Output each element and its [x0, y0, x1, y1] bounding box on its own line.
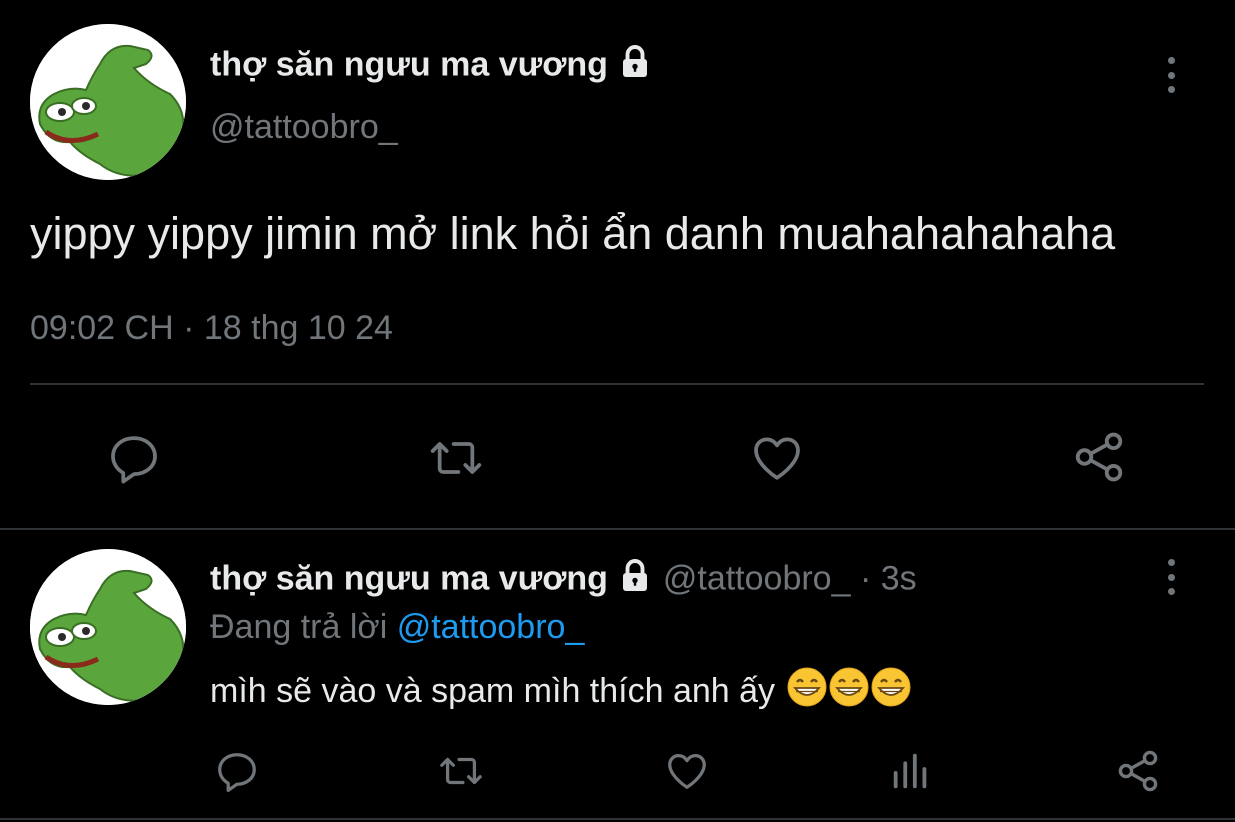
replying-to-mention[interactable]: @tattoobro_ [397, 608, 585, 646]
analytics-icon[interactable] [888, 748, 934, 794]
divider [30, 383, 1204, 385]
replying-to: Đang trả lời @tattoobro_ [210, 607, 584, 647]
reply-text-content: mìh sẽ vào và spam mìh thích anh ấy [210, 671, 776, 710]
display-name[interactable]: thợ săn ngưu ma vương [210, 559, 608, 597]
lock-icon [617, 558, 653, 603]
more-options-icon[interactable] [1167, 559, 1175, 595]
share-icon[interactable] [1070, 428, 1128, 486]
like-icon[interactable] [663, 748, 711, 794]
like-icon[interactable] [748, 430, 806, 486]
handle[interactable]: @tattoobro_ [663, 559, 851, 597]
main-tweet: thợ săn ngưu ma vương @tattoobro_ yippy … [0, 0, 1235, 530]
retweet-icon[interactable] [426, 430, 486, 486]
frog-avatar-image [30, 549, 186, 705]
reply-text: mìh sẽ vào và spam mìh thích anh ấy [210, 667, 911, 719]
grinning-face-emoji-2 [829, 667, 869, 719]
time[interactable]: 09:02 CH [30, 309, 174, 347]
tweet-text: yippy yippy jimin mở link hỏi ẩn danh mu… [30, 208, 1116, 259]
lock-icon [617, 44, 653, 89]
reply-tweet[interactable]: thợ săn ngưu ma vương @tattoobro_ · 3s Đ… [0, 530, 1235, 822]
bottom-divider [0, 818, 1235, 820]
handle[interactable]: @tattoobro_ [210, 107, 398, 147]
reply-icon[interactable] [106, 430, 162, 486]
reply-header: thợ săn ngưu ma vương @tattoobro_ · 3s [210, 558, 917, 603]
date[interactable]: 18 thg 10 24 [204, 309, 393, 347]
timestamp: 09:02 CH · 18 thg 10 24 [30, 308, 393, 348]
tweet-age[interactable]: 3s [881, 559, 917, 597]
display-name[interactable]: thợ săn ngưu ma vương [210, 44, 653, 89]
display-name-text: thợ săn ngưu ma vương [210, 45, 608, 84]
frog-avatar-image [30, 24, 186, 180]
separator: · [859, 559, 872, 598]
share-icon[interactable] [1114, 747, 1162, 795]
replying-prefix: Đang trả lời [210, 608, 388, 646]
retweet-icon[interactable] [436, 748, 486, 794]
separator: · [183, 309, 195, 347]
more-options-icon[interactable] [1167, 57, 1175, 93]
avatar[interactable] [30, 24, 186, 180]
grinning-face-emoji-1 [787, 667, 827, 719]
reply-icon[interactable] [214, 748, 260, 794]
avatar[interactable] [30, 549, 186, 705]
grinning-face-emoji-3 [871, 667, 911, 719]
